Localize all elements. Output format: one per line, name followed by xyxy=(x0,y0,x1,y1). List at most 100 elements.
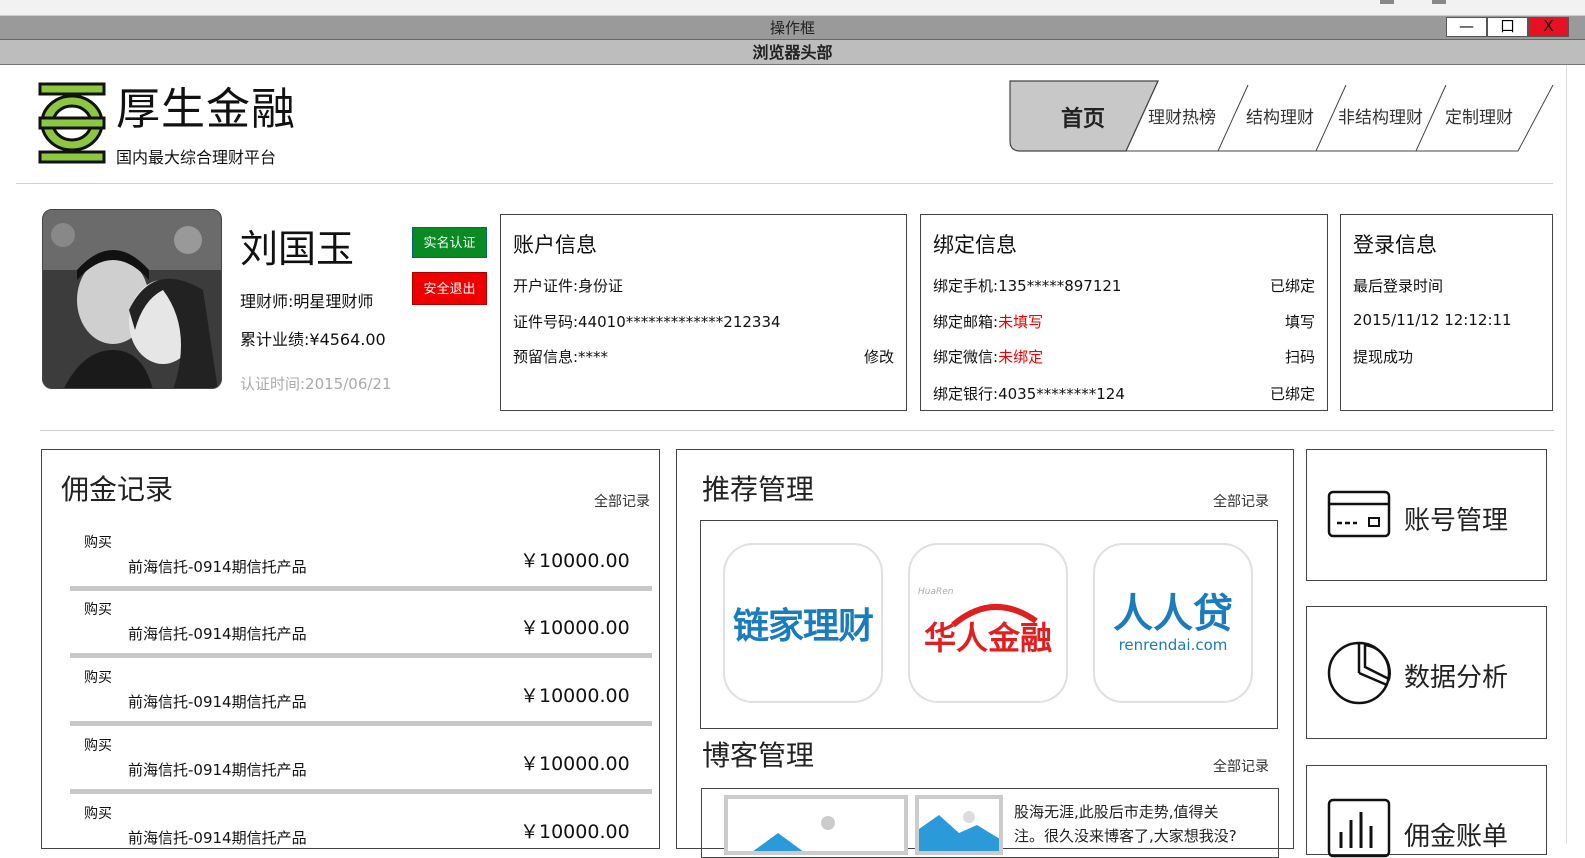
phone-status: 已绑定 xyxy=(1269,277,1315,295)
phone-value: 135*****897121 xyxy=(998,277,1122,295)
pie-chart-icon xyxy=(1327,641,1391,705)
id-number: 证件号码:44010*************212334 xyxy=(513,313,781,331)
scrollbar[interactable] xyxy=(1566,65,1585,844)
email-label: 绑定邮箱: xyxy=(933,313,999,331)
wechat-row: 绑定微信:未绑定 xyxy=(933,346,1043,367)
login-status: 提现成功 xyxy=(1353,348,1414,366)
data-analysis-card[interactable]: 数据分析 xyxy=(1306,606,1547,739)
record-type: 购买 xyxy=(84,806,112,822)
record-product: 前海信托-0914期信托产品 xyxy=(128,829,307,847)
partner-name: 链家理财 xyxy=(732,606,874,647)
commission-bill-label: 佣金账单 xyxy=(1404,822,1509,852)
email-fill-link[interactable]: 填写 xyxy=(1285,311,1315,332)
brand-slogan: 国内最大综合理财平台 xyxy=(116,148,277,167)
divider xyxy=(40,430,1554,431)
id-type: 开户证件:身份证 xyxy=(513,277,624,295)
phone-label: 绑定手机: xyxy=(933,277,999,295)
record-product: 前海信托-0914期信托产品 xyxy=(128,761,307,779)
list-item[interactable]: 购买 前海信托-0914期信托产品 ￥10000.00 xyxy=(70,727,652,794)
commission-panel: 佣金记录 全部记录 购买 前海信托-0914期信托产品 ￥10000.00 购买… xyxy=(41,449,660,849)
main-nav: 首页 理财热榜 结构理财 非结构理财 定制理财 xyxy=(1008,77,1556,153)
wechat-scan-link[interactable]: 扫码 xyxy=(1285,346,1315,367)
wechat-value: 未绑定 xyxy=(998,348,1044,366)
commission-bill-card[interactable]: 佣金账单 xyxy=(1306,765,1547,858)
bank-status: 已绑定 xyxy=(1269,385,1315,403)
minimize-button[interactable]: — xyxy=(1446,17,1487,37)
bank-value: 4035********124 xyxy=(998,385,1125,403)
tab-home[interactable]: 首页 xyxy=(1061,101,1105,133)
list-item[interactable]: 购买 前海信托-0914期信托产品 ￥10000.00 xyxy=(70,659,652,726)
divider xyxy=(16,183,1553,184)
tab-custom[interactable]: 定制理财 xyxy=(1445,103,1513,128)
phone-row: 绑定手机:135*****897121 xyxy=(933,275,1121,296)
avatar xyxy=(42,209,222,389)
binding-heading: 绑定信息 xyxy=(933,233,1017,257)
commission-more-link[interactable]: 全部记录 xyxy=(594,491,650,511)
row-divider xyxy=(70,721,652,726)
blog-list: 股海无涯,此股后市走势,值得关 注。很久没来博客了,大家想我没? xyxy=(701,788,1279,858)
partner-url: renrendai.com xyxy=(1118,636,1228,654)
partner-lianjia[interactable]: 链家理财 xyxy=(723,543,883,703)
top-strip xyxy=(0,0,1585,16)
taskbar-icon xyxy=(1432,0,1446,4)
list-item[interactable]: 购买 前海信托-0914期信托产品 ￥10000.00 xyxy=(70,795,652,855)
data-analysis-label: 数据分析 xyxy=(1404,663,1509,693)
verify-button[interactable]: 实名认证 xyxy=(412,227,487,258)
tab-unstructured[interactable]: 非结构理财 xyxy=(1338,103,1423,128)
maximize-button[interactable]: 口 xyxy=(1487,17,1528,37)
blog-image-icon[interactable] xyxy=(915,795,1003,855)
partner-huaren[interactable]: HuaRen 华人金融 xyxy=(908,543,1068,703)
record-type: 购买 xyxy=(84,738,112,754)
binding-info-card: 绑定信息 绑定手机:135*****897121 已绑定 绑定邮箱:未填写 填写… xyxy=(920,214,1328,411)
blog-line-1[interactable]: 股海无涯,此股后市走势,值得关 xyxy=(1014,801,1219,822)
partner-name: 人人贷 xyxy=(1113,591,1233,637)
partner-small-label: HuaRen xyxy=(918,587,954,597)
brand-logo-icon xyxy=(38,82,106,164)
blog-image-icon[interactable] xyxy=(724,795,908,855)
partner-list: 链家理财 HuaRen 华人金融 人人贷 renrendai.com xyxy=(700,520,1278,729)
login-info-card: 登录信息 最后登录时间 2015/11/12 12:12:11 提现成功 xyxy=(1340,214,1553,411)
blog-line-2[interactable]: 注。很久没来博客了,大家想我没? xyxy=(1014,825,1237,846)
bar-chart-icon xyxy=(1327,798,1391,858)
browser-header: 浏览器头部 xyxy=(0,40,1585,65)
record-product: 前海信托-0914期信托产品 xyxy=(128,625,307,643)
record-product: 前海信托-0914期信托产品 xyxy=(128,558,307,576)
record-amount: ￥10000.00 xyxy=(520,753,630,775)
account-info-card: 账户信息 开户证件:身份证 证件号码:44010*************212… xyxy=(500,214,907,411)
recommend-more-link[interactable]: 全部记录 xyxy=(1213,491,1269,511)
account-mgmt-card[interactable]: 账号管理 xyxy=(1306,449,1547,581)
list-item[interactable]: 购买 前海信托-0914期信托产品 ￥10000.00 xyxy=(70,524,652,591)
last-login-time: 2015/11/12 12:12:11 xyxy=(1353,311,1512,329)
account-mgmt-label: 账号管理 xyxy=(1404,506,1509,536)
login-heading: 登录信息 xyxy=(1353,233,1437,257)
row-divider xyxy=(70,653,652,658)
record-product: 前海信托-0914期信托产品 xyxy=(128,693,307,711)
edit-link[interactable]: 修改 xyxy=(864,346,894,367)
list-item[interactable]: 购买 前海信托-0914期信托产品 ￥10000.00 xyxy=(70,591,652,658)
tab-hot[interactable]: 理财热榜 xyxy=(1148,103,1216,128)
brand-name: 厚生金融 xyxy=(116,84,296,135)
bank-label: 绑定银行: xyxy=(933,385,999,403)
card-icon xyxy=(1327,490,1391,538)
logout-button[interactable]: 安全退出 xyxy=(412,272,487,305)
partner-name: 华人金融 xyxy=(923,619,1052,657)
wechat-label: 绑定微信: xyxy=(933,348,999,366)
partner-renrendai[interactable]: 人人贷 renrendai.com xyxy=(1093,543,1253,703)
recommend-title: 推荐管理 xyxy=(702,473,815,506)
bank-row: 绑定银行:4035********124 xyxy=(933,383,1125,404)
tab-structured[interactable]: 结构理财 xyxy=(1246,103,1314,128)
last-login-label: 最后登录时间 xyxy=(1353,277,1444,295)
close-button[interactable]: X xyxy=(1528,17,1569,37)
cert-time: 认证时间:2015/06/21 xyxy=(240,375,392,393)
email-value: 未填写 xyxy=(998,313,1044,331)
record-amount: ￥10000.00 xyxy=(520,550,630,572)
record-type: 购买 xyxy=(84,535,112,551)
user-name: 刘国玉 xyxy=(240,227,355,271)
email-row: 绑定邮箱:未填写 xyxy=(933,311,1043,332)
blog-title: 博客管理 xyxy=(702,739,815,772)
user-title: 理财师:明星理财师 xyxy=(240,292,374,311)
account-heading: 账户信息 xyxy=(513,233,597,257)
blog-more-link[interactable]: 全部记录 xyxy=(1213,756,1269,776)
record-amount: ￥10000.00 xyxy=(520,821,630,843)
taskbar-icon xyxy=(1380,0,1394,4)
